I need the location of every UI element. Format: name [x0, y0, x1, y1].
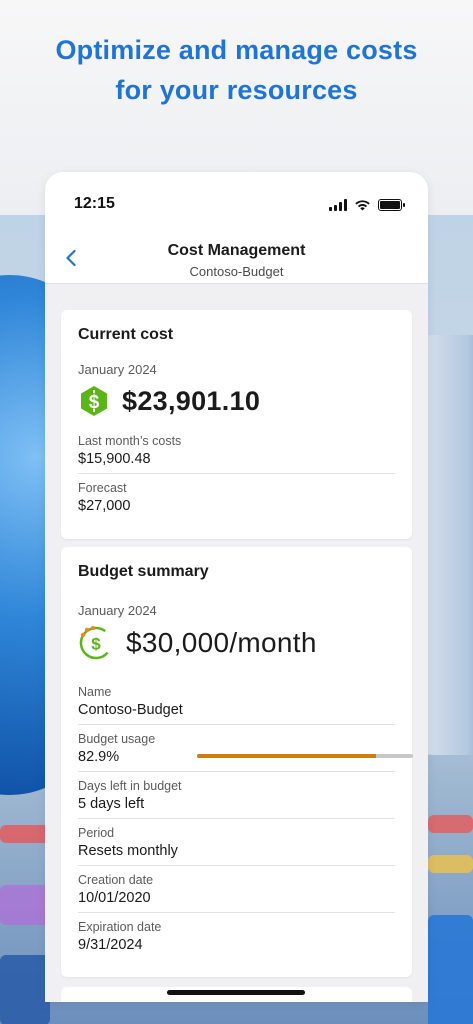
home-indicator[interactable]: [167, 990, 305, 995]
period-field: Period Resets monthly: [78, 825, 395, 861]
field-value: 5 days left: [78, 796, 145, 812]
headline-line-1: Optimize and manage costs: [55, 35, 418, 65]
field-value: $15,900.48: [78, 451, 151, 467]
svg-text:$: $: [91, 635, 101, 654]
navigation-bar: Cost Management Contoso-Budget: [45, 234, 428, 284]
field-value: $27,000: [78, 498, 131, 514]
phone-screen: 12:15 Cost Management Contoso-Budget Cur…: [45, 172, 428, 1002]
budget-amount-row: $ $30,000/month: [78, 625, 317, 661]
field-value: 9/31/2024: [78, 937, 143, 953]
background-stripe: [428, 815, 473, 833]
status-bar: 12:15: [45, 172, 428, 234]
background-stripe: [0, 885, 50, 925]
background-stripe: [428, 915, 473, 1024]
current-cost-row: $ $23,901.10: [78, 385, 260, 417]
background-stripe: [428, 855, 473, 873]
divider: [78, 724, 395, 725]
field-value: 10/01/2020: [78, 890, 151, 906]
divider: [78, 473, 395, 474]
dollar-cycle-icon: $: [79, 626, 113, 660]
budget-name-field: Name Contoso-Budget: [78, 684, 395, 720]
forecast-field: Forecast $27,000: [78, 480, 395, 516]
page-title: Cost Management: [167, 242, 306, 259]
field-value: Resets monthly: [78, 843, 178, 859]
field-label: Forecast: [78, 481, 127, 495]
status-icons: [329, 198, 405, 212]
background-stripe: [0, 825, 50, 843]
marketing-headline: Optimize and manage costs for your resou…: [0, 30, 473, 110]
page-subtitle: Contoso-Budget: [189, 264, 284, 279]
battery-icon: [378, 199, 405, 211]
field-label: Name: [78, 685, 112, 699]
divider: [78, 818, 395, 819]
budget-usage-bar: [197, 754, 413, 758]
background-stripe: [0, 955, 50, 1024]
cost-period: January 2024: [78, 362, 157, 377]
last-month-costs-field: Last month’s costs $15,900.48: [78, 433, 395, 469]
field-value: Contoso-Budget: [78, 702, 183, 718]
budget-amount: $30,000/month: [126, 627, 317, 658]
dollar-hexagon-icon: $: [81, 386, 107, 416]
divider: [78, 771, 395, 772]
budget-period: January 2024: [78, 603, 157, 618]
status-time: 12:15: [74, 195, 115, 212]
card-title: Budget summary: [78, 563, 209, 580]
divider: [78, 865, 395, 866]
current-cost-amount: $23,901.10: [122, 385, 261, 416]
field-label: Days left in budget: [78, 779, 182, 793]
cellular-signal-icon: [329, 199, 347, 211]
headline-line-2: for your resources: [115, 75, 358, 105]
days-left-field: Days left in budget 5 days left: [78, 778, 395, 814]
budget-summary-card[interactable]: Budget summary January 2024 $ $30,000/mo…: [61, 547, 413, 977]
field-label: Last month’s costs: [78, 434, 182, 448]
creation-date-field: Creation date 10/01/2020: [78, 872, 395, 908]
field-label: Budget usage: [78, 732, 156, 746]
budget-usage-fill: [197, 754, 377, 758]
current-cost-card[interactable]: Current cost January 2024 $ $23,901.10 L…: [61, 310, 412, 539]
field-label: Creation date: [78, 873, 154, 887]
field-label: Period: [78, 826, 115, 840]
field-label: Expiration date: [78, 920, 162, 934]
card-title: Current cost: [78, 326, 174, 343]
wifi-icon: [355, 200, 370, 211]
budget-usage-field: Budget usage 82.9%: [78, 731, 413, 767]
divider: [78, 912, 395, 913]
expiration-date-field: Expiration date 9/31/2024: [78, 919, 395, 955]
